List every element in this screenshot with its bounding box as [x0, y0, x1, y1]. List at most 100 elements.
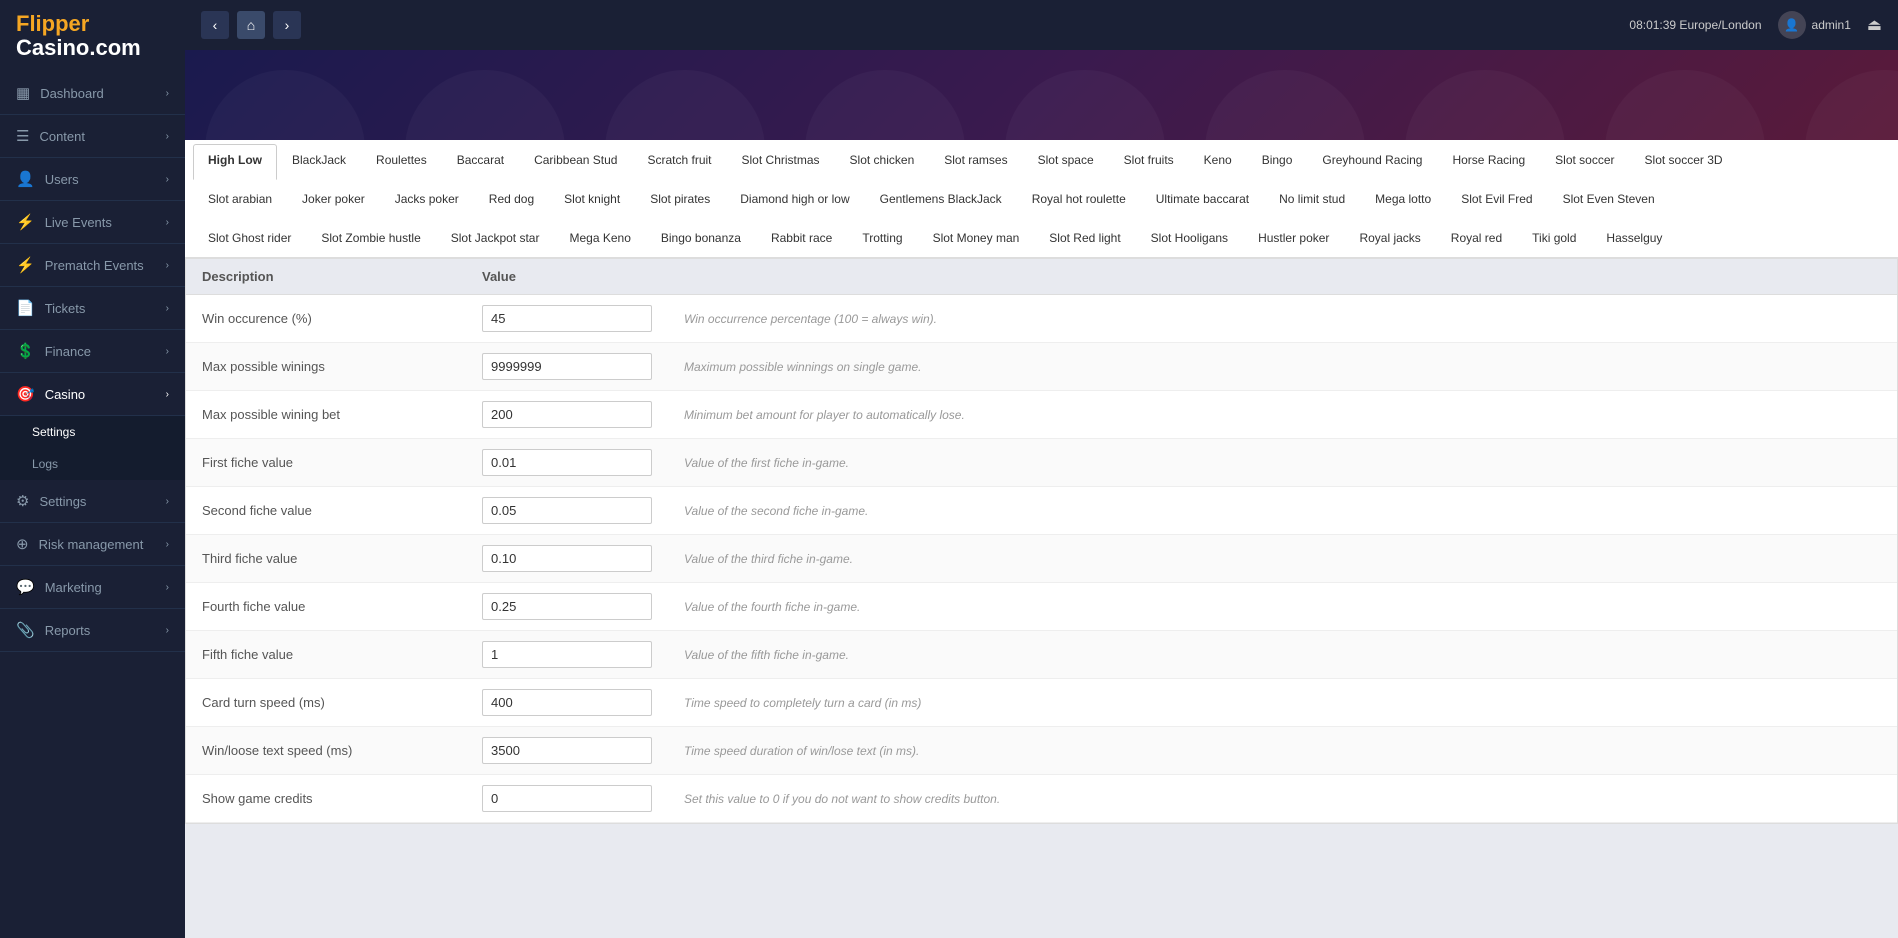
game-tab-slot-red-light[interactable]: Slot Red light: [1034, 222, 1135, 253]
game-tab-slot-evil-fred[interactable]: Slot Evil Fred: [1446, 183, 1547, 214]
sidebar-item-risk[interactable]: ⊕ Risk management ›: [0, 523, 185, 566]
game-tab-slot-hooligans[interactable]: Slot Hooligans: [1136, 222, 1243, 253]
logout-icon[interactable]: ⏏: [1867, 15, 1882, 35]
value-input-fourth-fiche[interactable]: [482, 593, 652, 620]
sidebar-item-tickets[interactable]: 📄 Tickets ›: [0, 287, 185, 330]
game-tab-rabbit-race[interactable]: Rabbit race: [756, 222, 847, 253]
game-tab-bingo[interactable]: Bingo: [1247, 144, 1308, 175]
row-hint-win-occurrence: Win occurrence percentage (100 = always …: [668, 295, 1897, 343]
game-tab-caribbean-stud[interactable]: Caribbean Stud: [519, 144, 632, 175]
game-tab-royal-jacks[interactable]: Royal jacks: [1344, 222, 1435, 253]
game-tab-slot-christmas[interactable]: Slot Christmas: [727, 144, 835, 175]
game-tab-baccarat[interactable]: Baccarat: [442, 144, 519, 175]
row-hint-fourth-fiche: Value of the fourth fiche in-game.: [668, 583, 1897, 631]
main-area: ‹ ⌂ › 08:01:39 Europe/London 👤 admin1 ⏏ …: [185, 0, 1898, 938]
game-tab-slot-ghost-rider[interactable]: Slot Ghost rider: [193, 222, 306, 253]
sidebar-item-reports[interactable]: 📎 Reports ›: [0, 609, 185, 652]
value-input-third-fiche[interactable]: [482, 545, 652, 572]
row-value-cell-win-occurrence: [466, 295, 668, 343]
game-tab-ultimate-baccarat[interactable]: Ultimate baccarat: [1141, 183, 1264, 214]
sidebar-label-tickets: Tickets: [45, 301, 86, 316]
casino-submenu: Settings Logs: [0, 416, 185, 480]
game-tab-slot-arabian[interactable]: Slot arabian: [193, 183, 287, 214]
topbar-left: ‹ ⌂ ›: [201, 11, 301, 39]
game-tab-no-limit-stud[interactable]: No limit stud: [1264, 183, 1360, 214]
value-input-max-winnings[interactable]: [482, 353, 652, 380]
game-tabs-container: High LowBlackJackRoulettesBaccaratCaribb…: [185, 140, 1898, 258]
game-tab-royal-hot-roulette[interactable]: Royal hot roulette: [1017, 183, 1141, 214]
game-tab-roulettes[interactable]: Roulettes: [361, 144, 442, 175]
game-tab-keno[interactable]: Keno: [1189, 144, 1247, 175]
risk-icon: ⊕: [16, 535, 29, 553]
sidebar-item-casino[interactable]: 🎯 Casino ›: [0, 373, 185, 416]
back-button[interactable]: ‹: [201, 11, 229, 39]
game-tab-hustler-poker[interactable]: Hustler poker: [1243, 222, 1344, 253]
table-row: Fourth fiche valueValue of the fourth fi…: [186, 583, 1897, 631]
game-tab-slot-chicken[interactable]: Slot chicken: [835, 144, 930, 175]
value-input-first-fiche[interactable]: [482, 449, 652, 476]
game-tab-slot-jackpot-star[interactable]: Slot Jackpot star: [436, 222, 555, 253]
game-tab-trotting[interactable]: Trotting: [847, 222, 917, 253]
game-tab-diamond-high-low[interactable]: Diamond high or low: [725, 183, 864, 214]
game-tab-mega-keno[interactable]: Mega Keno: [554, 222, 645, 253]
value-input-card-turn-speed[interactable]: [482, 689, 652, 716]
value-input-win-loose-text-speed[interactable]: [482, 737, 652, 764]
value-input-fifth-fiche[interactable]: [482, 641, 652, 668]
game-tab-scratch-fruit[interactable]: Scratch fruit: [632, 144, 726, 175]
game-tab-greyhound-racing[interactable]: Greyhound Racing: [1307, 144, 1437, 175]
topbar: ‹ ⌂ › 08:01:39 Europe/London 👤 admin1 ⏏: [185, 0, 1898, 50]
arrow-icon: ›: [166, 217, 169, 228]
sidebar-sub-item-logs[interactable]: Logs: [0, 448, 185, 480]
game-tab-slot-pirates[interactable]: Slot pirates: [635, 183, 725, 214]
game-tab-tiki-gold[interactable]: Tiki gold: [1517, 222, 1591, 253]
table-row: Win/loose text speed (ms)Time speed dura…: [186, 727, 1897, 775]
value-input-second-fiche[interactable]: [482, 497, 652, 524]
game-tab-royal-red[interactable]: Royal red: [1436, 222, 1517, 253]
sidebar-item-live-events[interactable]: ⚡ Live Events ›: [0, 201, 185, 244]
arrow-icon: ›: [166, 539, 169, 550]
game-tab-horse-racing[interactable]: Horse Racing: [1437, 144, 1540, 175]
row-value-cell-max-winning-bet: [466, 391, 668, 439]
forward-button[interactable]: ›: [273, 11, 301, 39]
game-tab-jacks-poker[interactable]: Jacks poker: [380, 183, 474, 214]
table-row: Third fiche valueValue of the third fich…: [186, 535, 1897, 583]
sidebar-item-finance[interactable]: 💲 Finance ›: [0, 330, 185, 373]
value-input-max-winning-bet[interactable]: [482, 401, 652, 428]
row-value-cell-fourth-fiche: [466, 583, 668, 631]
game-tab-slot-fruits[interactable]: Slot fruits: [1109, 144, 1189, 175]
game-tab-hasselguy[interactable]: Hasselguy: [1591, 222, 1677, 253]
game-tab-gentlemens-blackjack[interactable]: Gentlemens BlackJack: [865, 183, 1017, 214]
col-hint: [668, 259, 1897, 295]
value-input-win-occurrence[interactable]: [482, 305, 652, 332]
value-input-show-game-credits[interactable]: [482, 785, 652, 812]
page-header-bg: [185, 50, 1898, 140]
home-button[interactable]: ⌂: [237, 11, 265, 39]
game-tab-slot-zombie-hustle[interactable]: Slot Zombie hustle: [306, 222, 435, 253]
sidebar-item-prematch-events[interactable]: ⚡ Prematch Events ›: [0, 244, 185, 287]
game-tab-joker-poker[interactable]: Joker poker: [287, 183, 380, 214]
sidebar-sub-item-settings[interactable]: Settings: [0, 416, 185, 448]
settings-table-container: Description Value Win occurence (%)Win o…: [185, 258, 1898, 824]
sidebar-item-marketing[interactable]: 💬 Marketing ›: [0, 566, 185, 609]
game-tab-slot-money-man[interactable]: Slot Money man: [918, 222, 1035, 253]
game-tab-slot-soccer[interactable]: Slot soccer: [1540, 144, 1629, 175]
game-tab-bingo-bonanza[interactable]: Bingo bonanza: [646, 222, 756, 253]
game-tab-slot-ramses[interactable]: Slot ramses: [929, 144, 1022, 175]
sidebar-item-content[interactable]: ☰ Content ›: [0, 115, 185, 158]
game-tab-slot-space[interactable]: Slot space: [1023, 144, 1109, 175]
sidebar-item-dashboard[interactable]: ▦ Dashboard ›: [0, 72, 185, 115]
settings-table: Description Value Win occurence (%)Win o…: [186, 259, 1897, 823]
sidebar-item-users[interactable]: 👤 Users ›: [0, 158, 185, 201]
game-tab-high-low[interactable]: High Low: [193, 144, 277, 180]
sidebar-item-settings[interactable]: ⚙ Settings ›: [0, 480, 185, 523]
game-tab-slot-soccer-3d[interactable]: Slot soccer 3D: [1630, 144, 1738, 175]
game-tab-red-dog[interactable]: Red dog: [474, 183, 549, 214]
sidebar-label-marketing: Marketing: [45, 580, 102, 595]
game-tab-slot-knight[interactable]: Slot knight: [549, 183, 635, 214]
game-tab-blackjack[interactable]: BlackJack: [277, 144, 361, 175]
arrow-icon: ›: [166, 303, 169, 314]
game-tab-slot-even-steven[interactable]: Slot Even Steven: [1548, 183, 1670, 214]
game-tab-mega-lotto[interactable]: Mega lotto: [1360, 183, 1446, 214]
row-description-win-loose-text-speed: Win/loose text speed (ms): [186, 727, 466, 775]
row-hint-max-winnings: Maximum possible winnings on single game…: [668, 343, 1897, 391]
